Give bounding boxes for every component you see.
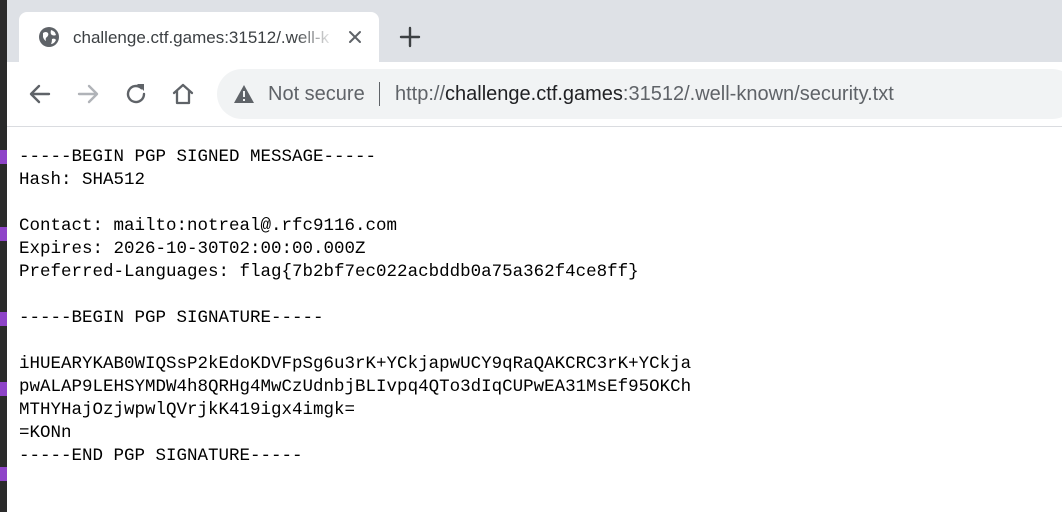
text-line [19, 284, 1049, 307]
toolbar: Not secure http://challenge.ctf.games:31… [7, 62, 1062, 127]
text-line [19, 192, 1049, 215]
url-path: :31512/.well-known/security.txt [622, 83, 894, 105]
security-label[interactable]: Not secure [268, 82, 365, 106]
text-line: pwALAP9LEHSYMDW4h8QRHg4MwCzUdnbjBLIvpq4Q… [19, 377, 692, 397]
text-line: Contact: mailto:notreal@.rfc9116.com [19, 216, 398, 236]
tab-strip: challenge.ctf.games:31512/.well-known/se… [7, 0, 1062, 62]
desktop-marker [0, 382, 7, 396]
home-icon[interactable] [169, 80, 197, 108]
warning-icon[interactable] [233, 83, 255, 105]
close-icon[interactable] [343, 25, 367, 49]
desktop-edge [0, 0, 7, 512]
reload-icon[interactable] [122, 80, 150, 108]
text-line: MTHYHajOzjwpwlQVrjkK419igx4imgk= [19, 400, 356, 420]
text-line: -----BEGIN PGP SIGNED MESSAGE----- [19, 147, 377, 167]
globe-icon [37, 25, 61, 49]
url-host: challenge.ctf.games [445, 83, 623, 105]
arrow-right-icon[interactable] [74, 80, 102, 108]
tab-title-fade [295, 26, 335, 50]
url-scheme: http:// [395, 83, 446, 105]
text-line: Hash: SHA512 [19, 170, 146, 190]
desktop-marker [0, 312, 7, 326]
text-line: Expires: 2026-10-30T02:00:00.000Z [19, 239, 366, 259]
text-line: iHUEARYKAB0WIQSsP2kEdoKDVFpSg6u3rK+YCkja… [19, 354, 692, 374]
address-bar[interactable]: Not secure http://challenge.ctf.games:31… [217, 69, 1062, 119]
text-line: =KONn [19, 423, 72, 443]
omnibox-separator [379, 82, 380, 106]
text-line: -----END PGP SIGNATURE----- [19, 446, 303, 466]
desktop-marker [0, 150, 7, 164]
page-content: -----BEGIN PGP SIGNED MESSAGE----- Hash:… [19, 146, 1049, 506]
text-line [19, 330, 1049, 353]
text-line: -----BEGIN PGP SIGNATURE----- [19, 308, 324, 328]
arrow-left-icon[interactable] [26, 80, 54, 108]
plus-icon[interactable] [397, 24, 423, 50]
desktop-marker [0, 467, 7, 481]
tab-security-txt[interactable]: challenge.ctf.games:31512/.well-known/se… [19, 12, 379, 62]
tab-title: challenge.ctf.games:31512/.well-known/se… [73, 28, 329, 47]
desktop-marker [0, 227, 7, 241]
url-text[interactable]: http://challenge.ctf.games:31512/.well-k… [395, 82, 894, 106]
text-line: Preferred-Languages: flag{7b2bf7ec022acb… [19, 262, 639, 282]
browser-window: challenge.ctf.games:31512/.well-known/se… [0, 0, 1062, 512]
